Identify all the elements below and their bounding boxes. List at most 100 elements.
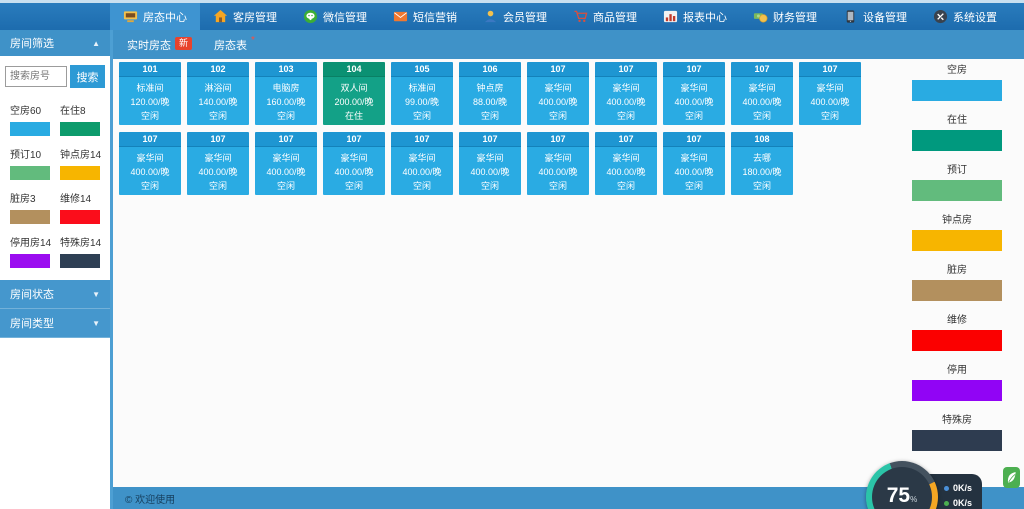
room-card-body: 钟点房 88.00/晚 空闲 [459, 77, 521, 125]
sidebar-section-0[interactable]: 房间状态 ▼ [0, 280, 110, 309]
filter-color-swatch [60, 166, 100, 180]
room-type: 去哪 [752, 152, 771, 163]
room-status: 空闲 [140, 110, 159, 121]
filter-label: 脏房3 [10, 194, 36, 205]
nav-item-2[interactable]: 微信管理 [290, 3, 380, 30]
filter-item[interactable]: 钟点房14 [60, 146, 102, 180]
system-monitor-widget[interactable]: 75 % 0K/s 0K/s [866, 461, 983, 509]
filter-label: 维修14 [60, 194, 92, 205]
room-card[interactable]: 107 豪华间 400.00/晚 空闲 [527, 132, 589, 195]
room-card[interactable]: 107 豪华间 400.00/晚 空闲 [255, 132, 317, 195]
room-card[interactable]: 107 豪华间 400.00/晚 空闲 [187, 132, 249, 195]
room-number: 107 [731, 62, 793, 77]
room-type: 钟点房 [476, 82, 504, 93]
chevron-down-icon[interactable]: ▼ [92, 290, 100, 299]
room-type: 豪华间 [816, 82, 844, 93]
filter-item[interactable]: 空房60 [10, 102, 52, 136]
search-row: 搜索 [0, 56, 110, 94]
nav-item-7[interactable]: 财务管理 [740, 3, 830, 30]
nav-item-6[interactable]: 报表中心 [650, 3, 740, 30]
house-icon [213, 9, 228, 24]
room-price: 200.00/晚 [334, 96, 374, 107]
room-status: 空闲 [752, 180, 771, 191]
room-type: 豪华间 [612, 152, 640, 163]
chevron-up-icon[interactable]: ▲ [92, 39, 100, 48]
leaf-app-icon[interactable] [1003, 467, 1020, 488]
room-card[interactable]: 107 豪华间 400.00/晚 空闲 [595, 132, 657, 195]
room-type: 双人间 [340, 82, 368, 93]
filter-item[interactable]: 停用房14 [10, 234, 52, 268]
main-wrap: 房间筛选 ▲ 搜索 空房60 在住8 预订10 钟点房14 脏房3 维修14 停用房14 特殊… [0, 30, 1024, 509]
tab-room-status-table[interactable]: 房态表 * [214, 35, 255, 53]
room-price: 99.00/晚 [404, 96, 440, 107]
room-card[interactable]: 107 豪华间 400.00/晚 空闲 [799, 62, 861, 125]
nav-item-9[interactable]: 系统设置 [920, 3, 1010, 30]
room-row-0: 101 标准间 120.00/晚 空闲 102 淋浴间 140.00/晚 空闲 103 电脑房 16… [119, 62, 1024, 125]
room-type: 豪华间 [408, 152, 436, 163]
nav-item-5[interactable]: 商品管理 [560, 3, 650, 30]
chevron-down-icon[interactable]: ▼ [92, 319, 100, 328]
room-card[interactable]: 105 标准间 99.00/晚 空闲 [391, 62, 453, 125]
room-card[interactable]: 107 豪华间 400.00/晚 空闲 [391, 132, 453, 195]
room-card-body: 豪华间 400.00/晚 空闲 [527, 147, 589, 195]
cpu-gauge[interactable]: 75 % [866, 461, 938, 509]
sidebar-section-1[interactable]: 房间类型 ▼ [0, 309, 110, 338]
room-card[interactable]: 103 电脑房 160.00/晚 空闲 [255, 62, 317, 125]
room-number: 103 [255, 62, 317, 77]
filter-item[interactable]: 脏房3 [10, 190, 52, 224]
room-status: 空闲 [820, 110, 839, 121]
room-number: 107 [323, 132, 385, 147]
room-number: 107 [459, 132, 521, 147]
room-type: 豪华间 [748, 82, 776, 93]
legend-color-swatch [912, 380, 1002, 401]
filter-item[interactable]: 预订10 [10, 146, 52, 180]
search-button[interactable]: 搜索 [70, 65, 105, 88]
sidebar-header-room-filter[interactable]: 房间筛选 ▲ [0, 30, 110, 56]
room-card[interactable]: 107 豪华间 400.00/晚 空闲 [459, 132, 521, 195]
sidebar-title: 房间筛选 [10, 38, 54, 50]
tab-realtime-room-status[interactable]: 实时房态 新 [127, 36, 193, 53]
legend-label: 脏房 [947, 265, 967, 276]
room-status: 空闲 [208, 180, 227, 191]
room-card[interactable]: 107 豪华间 400.00/晚 空闲 [663, 132, 725, 195]
nav-item-label: 客房管理 [233, 11, 277, 24]
room-status: 空闲 [548, 110, 567, 121]
filter-item[interactable]: 在住8 [60, 102, 102, 136]
nav-item-4[interactable]: 会员管理 [470, 3, 560, 30]
room-card-body: 标准间 120.00/晚 空闲 [119, 77, 181, 125]
room-type: 淋浴间 [204, 82, 232, 93]
nav-item-8[interactable]: 设备管理 [830, 3, 920, 30]
room-status: 空闲 [344, 180, 363, 191]
nav-item-3[interactable]: 短信营销 [380, 3, 470, 30]
filter-color-swatch [60, 210, 100, 224]
filter-item[interactable]: 特殊房14 [60, 234, 102, 268]
room-card[interactable]: 107 豪华间 400.00/晚 空闲 [527, 62, 589, 125]
nav-item-0[interactable]: 房态中心 [110, 3, 200, 30]
leaf-icon [1007, 472, 1016, 483]
filter-color-swatch [60, 254, 100, 268]
room-card[interactable]: 104 双人间 200.00/晚 在住 [323, 62, 385, 125]
room-price: 400.00/晚 [674, 96, 714, 107]
room-card[interactable]: 107 豪华间 400.00/晚 空闲 [323, 132, 385, 195]
search-input[interactable] [5, 66, 67, 87]
legend-label: 预订 [947, 165, 967, 176]
legend-label: 在住 [947, 115, 967, 126]
room-number: 107 [663, 132, 725, 147]
room-card[interactable]: 101 标准间 120.00/晚 空闲 [119, 62, 181, 125]
filter-item[interactable]: 维修14 [60, 190, 102, 224]
room-card[interactable]: 107 豪华间 400.00/晚 空闲 [595, 62, 657, 125]
filter-label: 钟点房14 [60, 150, 102, 161]
room-card[interactable]: 107 豪华间 400.00/晚 空闲 [663, 62, 725, 125]
room-card[interactable]: 108 去哪 180.00/晚 空闲 [731, 132, 793, 195]
room-price: 400.00/晚 [470, 166, 510, 177]
room-status: 空闲 [208, 110, 227, 121]
room-type: 标准间 [408, 82, 436, 93]
nav-item-1[interactable]: 客房管理 [200, 3, 290, 30]
room-card[interactable]: 102 淋浴间 140.00/晚 空闲 [187, 62, 249, 125]
room-price: 140.00/晚 [198, 96, 238, 107]
room-card[interactable]: 107 豪华间 400.00/晚 空闲 [731, 62, 793, 125]
legend-item: 脏房 [912, 261, 1002, 301]
room-row-1: 107 豪华间 400.00/晚 空闲 107 豪华间 400.00/晚 空闲 107 豪华间 40… [119, 132, 1024, 195]
room-card[interactable]: 107 豪华间 400.00/晚 空闲 [119, 132, 181, 195]
room-card[interactable]: 106 钟点房 88.00/晚 空闲 [459, 62, 521, 125]
